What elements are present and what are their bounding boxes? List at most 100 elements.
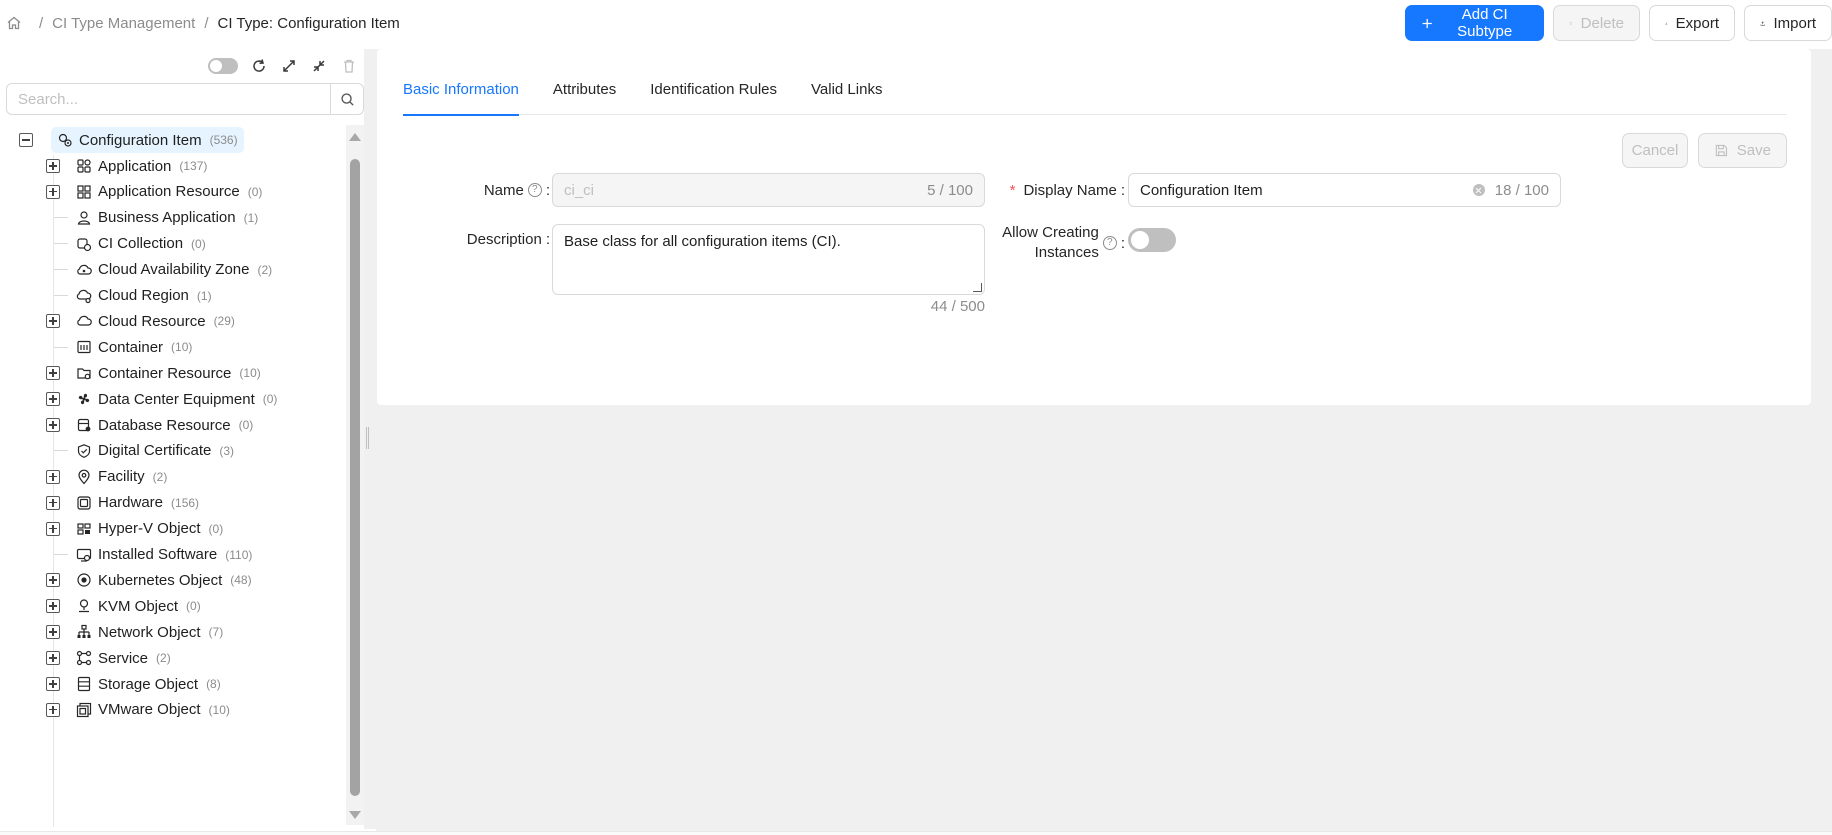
label-colon: : (1120, 181, 1125, 199)
expand-toggle[interactable] (46, 392, 60, 407)
tree-node-count: (0) (191, 236, 206, 251)
tree-node-configuration-item[interactable]: Configuration Item (536) (51, 127, 244, 153)
tree-node-count: (29) (213, 314, 235, 329)
tab-identification-rules[interactable]: Identification Rules (650, 67, 777, 115)
tree-node-facility[interactable]: Facility (2) (70, 464, 173, 490)
tree-node-hyper-v-object[interactable]: Hyper-V Object (0) (70, 516, 229, 542)
fan-icon (76, 391, 92, 407)
window-bottom-edge (0, 831, 1832, 835)
tree-scrollbar[interactable] (346, 125, 364, 825)
tree-node-hardware[interactable]: Hardware (156) (70, 490, 205, 516)
tree-node-kubernetes-object[interactable]: Kubernetes Object (48) (70, 567, 258, 593)
name-field[interactable]: ci_ci 5 / 100 (552, 173, 985, 207)
expand-toggle[interactable] (46, 314, 60, 329)
tree-view-toggle[interactable] (208, 58, 238, 74)
save-button[interactable]: Save (1698, 133, 1787, 168)
delete-button[interactable]: Delete (1553, 5, 1640, 41)
scroll-up-arrow[interactable] (349, 133, 361, 141)
allow-label-line-1: Allow Creating (1002, 224, 1099, 241)
display-name-field[interactable]: Configuration Item 18 / 100 (1128, 173, 1561, 207)
tab-attributes[interactable]: Attributes (553, 67, 616, 115)
tree-node-count: (2) (156, 651, 171, 666)
expand-toggle[interactable] (46, 702, 60, 717)
tree-node-label: Container Resource (98, 364, 232, 382)
save-icon (1715, 144, 1728, 157)
description-textarea[interactable]: Base class for all configuration items (… (552, 224, 985, 295)
tree-node-database-resource[interactable]: Database Resource (0) (70, 412, 259, 438)
tree-node-label: Application Resource (98, 183, 240, 201)
breadcrumb-link-ci-type-management[interactable]: CI Type Management (52, 15, 195, 32)
home-icon[interactable] (6, 15, 22, 31)
scroll-thumb[interactable] (350, 159, 360, 796)
expand-toggle[interactable] (46, 184, 60, 199)
search-icon[interactable] (331, 83, 364, 115)
tree-row: Installed Software (110) (46, 542, 258, 568)
tree-node-network-object[interactable]: Network Object (7) (70, 619, 229, 645)
tree-row: Storage Object (8) (46, 671, 227, 697)
tree-node-data-center-equipment[interactable]: Data Center Equipment (0) (70, 386, 283, 412)
tree-node-service[interactable]: Service (2) (70, 645, 177, 671)
expand-toggle[interactable] (46, 677, 60, 691)
tree-row: Kubernetes Object (48) (46, 567, 258, 593)
tab-basic-information[interactable]: Basic Information (403, 67, 519, 116)
splitter-grip[interactable] (366, 427, 369, 449)
tree-node-count: (1) (196, 288, 212, 303)
tree-node-digital-certificate[interactable]: Digital Certificate (3) (70, 438, 240, 464)
vmware-icon (76, 702, 92, 718)
trash-icon (1569, 21, 1572, 25)
tree-node-installed-software[interactable]: Installed Software (110) (70, 542, 258, 568)
expand-toggle[interactable] (46, 159, 60, 173)
cloud-icon (76, 313, 92, 329)
panel-splitter[interactable] (364, 49, 376, 829)
refresh-icon[interactable] (250, 57, 268, 75)
tree-node-business-application[interactable]: Business Application (1) (70, 205, 264, 231)
download-icon (1665, 22, 1668, 25)
expand-toggle[interactable] (46, 651, 60, 666)
tree-node-container-resource[interactable]: Container Resource (10) (70, 360, 267, 386)
expand-toggle[interactable] (46, 418, 60, 432)
expand-toggle[interactable] (46, 469, 60, 484)
name-label-text: Name (483, 181, 524, 199)
display-name-value: Configuration Item (1140, 181, 1263, 199)
allow-creating-instances-switch[interactable] (1128, 228, 1176, 252)
expand-toggle[interactable] (46, 573, 60, 588)
cancel-button[interactable]: Cancel (1622, 133, 1688, 168)
tab-valid-links[interactable]: Valid Links (811, 67, 882, 115)
expand-toggle[interactable] (46, 495, 60, 510)
tree-node-application-resource[interactable]: Application Resource (0) (70, 179, 268, 205)
expand-toggle[interactable] (46, 521, 60, 536)
tree-node-ci-collection[interactable]: CI Collection (0) (70, 231, 212, 257)
help-icon[interactable]: ? (527, 183, 542, 197)
tree-node-cloud-availability-zone[interactable]: Cloud Availability Zone (2) (70, 257, 278, 283)
help-icon[interactable]: ? (1102, 236, 1117, 250)
cloud-zone-icon (76, 262, 92, 278)
resize-handle[interactable] (973, 283, 982, 292)
tree-search-input[interactable] (6, 83, 331, 115)
collapse-toggle[interactable] (19, 133, 33, 147)
ci-type-tree-panel: Configuration Item (536) Application (137… (6, 49, 364, 829)
scroll-down-arrow[interactable] (349, 811, 361, 819)
add-ci-subtype-button[interactable]: Add CI Subtype (1405, 5, 1544, 41)
tree-node-kvm-object[interactable]: KVM Object (0) (70, 593, 207, 619)
export-button[interactable]: Export (1649, 5, 1735, 41)
expand-toggle[interactable] (46, 599, 60, 614)
tree-node-storage-object[interactable]: Storage Object (8) (70, 671, 227, 697)
clear-icon[interactable] (1472, 184, 1485, 196)
tree-node-label: KVM Object (98, 597, 179, 615)
import-button[interactable]: Import (1744, 5, 1832, 41)
folder-icon (76, 365, 92, 381)
expand-all-icon[interactable] (280, 57, 298, 75)
add-ci-subtype-label: Add CI Subtype (1457, 6, 1513, 40)
detail-area: Basic Information Attributes Identificat… (376, 49, 1832, 835)
collapse-all-icon[interactable] (310, 57, 328, 75)
display-name-label: * Display Name : (997, 173, 1125, 207)
delete-node-icon[interactable] (340, 57, 358, 75)
expand-toggle[interactable] (46, 625, 60, 640)
tree-node-container[interactable]: Container (10) (70, 334, 198, 360)
expand-toggle[interactable] (46, 366, 60, 381)
tree-node-application[interactable]: Application (137) (70, 153, 213, 179)
tree-node-cloud-region[interactable]: Cloud Region (1) (70, 283, 218, 309)
tree-node-cloud-resource[interactable]: Cloud Resource (29) (70, 308, 241, 334)
tree-node-vmware-object[interactable]: VMware Object (10) (70, 697, 236, 723)
apps-icon (76, 158, 92, 174)
